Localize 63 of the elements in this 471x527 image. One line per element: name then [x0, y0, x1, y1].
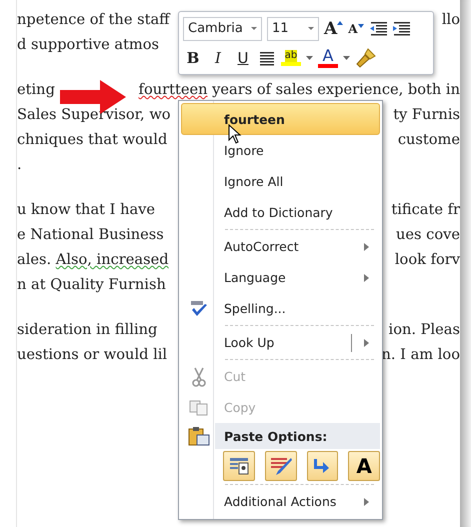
text-fragment: n at Quality Furnish: [17, 276, 166, 293]
italic-button[interactable]: I: [208, 48, 228, 66]
size-dropdown[interactable]: 11: [267, 16, 319, 40]
text-fragment: npetence of the staff: [17, 11, 170, 28]
increase-indent-icon[interactable]: [392, 20, 410, 36]
paste-option-button[interactable]: [306, 451, 338, 481]
text-fragment: tificate fr: [391, 201, 460, 218]
bold-button[interactable]: B: [183, 48, 203, 66]
mouse-pointer-icon: [228, 124, 242, 145]
caret-icon[interactable]: [343, 56, 350, 60]
submenu-arrow-icon: [364, 274, 369, 282]
paste-option-button[interactable]: [223, 451, 255, 481]
text-fragment: ion. Pleas: [388, 321, 460, 338]
text-fragment: fourtteen years of sales experience, both in: [138, 81, 460, 98]
menu-item[interactable]: AutoCorrect: [181, 231, 380, 262]
text-fragment: llo: [442, 11, 460, 28]
text-fragment: chniques that would: [17, 131, 168, 148]
text-fragment: e National Business: [17, 226, 164, 243]
clipboard-icon: [188, 426, 210, 446]
text-fragment: u know that I have: [17, 201, 156, 218]
font-color-button[interactable]: A: [318, 48, 338, 68]
paste-option-button[interactable]: A: [348, 451, 380, 481]
spelling-suggestion[interactable]: fourteen: [181, 103, 380, 135]
text-fragment: sideration in filling: [17, 321, 158, 338]
scissors-icon: [192, 366, 206, 386]
spelling-check-icon: [189, 300, 209, 318]
text-fragment: ales. Also, increased: [17, 251, 169, 268]
text-fragment: look forv: [394, 251, 460, 268]
text-fragment: custome: [398, 131, 460, 148]
caret-down-icon: [358, 24, 364, 28]
font-dropdown[interactable]: Cambria: [183, 16, 262, 40]
menu-item[interactable]: Look Up: [181, 327, 380, 358]
decrease-indent-icon[interactable]: [368, 20, 387, 36]
text-fragment: d supportive atmos: [17, 36, 160, 53]
center-align-icon[interactable]: [258, 50, 276, 66]
submenu-arrow-icon[interactable]: [364, 338, 369, 346]
paste-option-button[interactable]: [264, 451, 296, 481]
caret-icon[interactable]: [306, 56, 313, 60]
submenu-arrow-icon: [364, 498, 369, 506]
underline-button[interactable]: U: [233, 48, 253, 66]
caret-up-icon: [337, 20, 344, 24]
text-fragment: .: [17, 156, 22, 173]
text-fragment: ty Furnis: [393, 106, 460, 123]
menu-item[interactable]: Ignore All: [181, 166, 380, 197]
text-fragment: eting: [17, 81, 55, 98]
menu-item[interactable]: Spelling...: [181, 293, 380, 324]
paintbrush-icon[interactable]: [355, 46, 377, 68]
menu-item[interactable]: Language: [181, 262, 380, 293]
text-fragment: ues cove: [396, 226, 460, 243]
submenu-arrow-icon: [364, 242, 369, 250]
menu-item[interactable]: Additional Actions: [181, 486, 380, 517]
shrink-font-button[interactable]: A: [348, 22, 364, 36]
highlight-button[interactable]: ab: [281, 50, 301, 66]
menu-item[interactable]: Add to Dictionary: [181, 197, 380, 228]
grow-font-button[interactable]: A: [324, 18, 344, 38]
text-fragment: n. I am loo: [382, 346, 460, 363]
text-fragment: uestions or would lil: [17, 346, 168, 363]
text-fragment: Sales Supervisor, wo: [17, 106, 171, 123]
copy-icon: [189, 400, 209, 416]
arrow-icon: [314, 458, 330, 474]
menu-item[interactable]: Ignore: [181, 135, 380, 166]
document-icon: [228, 457, 249, 475]
paintbrush-icon: [270, 456, 292, 476]
